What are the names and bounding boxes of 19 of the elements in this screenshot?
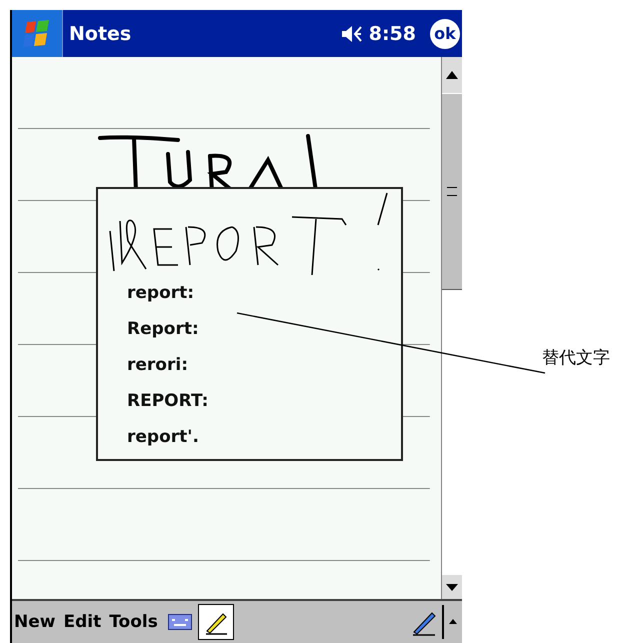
scroll-thumb[interactable] <box>442 93 462 290</box>
note-page[interactable]: report: Report: rerori: REPORT: report'. <box>12 57 441 599</box>
vertical-scrollbar[interactable] <box>441 57 462 599</box>
ok-button[interactable]: ok <box>430 18 460 48</box>
pen-mode-button[interactable] <box>198 604 234 640</box>
speaker-icon[interactable] <box>340 24 363 42</box>
suggestion-item[interactable]: report'. <box>127 419 199 455</box>
suggestion-item[interactable]: Report: <box>127 311 199 347</box>
menu-item[interactable]: New <box>14 612 56 632</box>
clock-time[interactable]: 8:58 <box>368 22 416 44</box>
suggestion-item[interactable]: report: <box>127 275 194 311</box>
callout-label: 替代文字 <box>542 347 610 369</box>
start-button[interactable] <box>12 10 63 57</box>
menu-item[interactable]: Edit <box>63 612 102 632</box>
keyboard-icon[interactable] <box>168 614 192 630</box>
window-title: Notes <box>69 22 132 44</box>
suggestion-item[interactable]: rerori: <box>127 347 188 383</box>
suggestion-item[interactable]: REPORT: <box>127 383 208 419</box>
menu-item[interactable]: Tools <box>109 612 158 632</box>
